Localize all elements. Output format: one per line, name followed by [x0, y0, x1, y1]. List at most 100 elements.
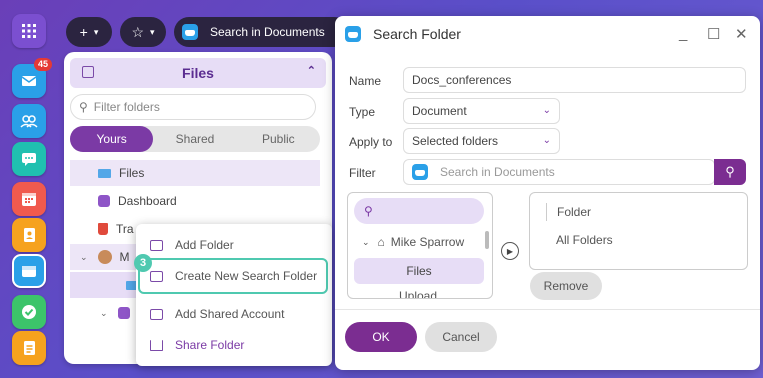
tasks-app-icon[interactable]	[12, 295, 46, 329]
global-search-button[interactable]: Search in Documents	[174, 17, 349, 47]
plus-icon: +	[79, 24, 88, 40]
dialog-title: Search Folder	[373, 26, 461, 42]
address-book-app-icon[interactable]	[12, 218, 46, 252]
type-value: Document	[412, 104, 467, 118]
type-select[interactable]: Document ⌄	[403, 98, 560, 124]
tree-item-label: Files	[119, 166, 145, 180]
mail-app-icon[interactable]: 45	[12, 58, 52, 98]
filter-folders-placeholder: Filter folders	[93, 100, 160, 114]
dialog-footer-divider	[335, 309, 760, 310]
tree-item-label: Dashboard	[118, 194, 177, 208]
cancel-button[interactable]: Cancel	[425, 322, 497, 352]
selected-folders-list: Folder All Folders	[529, 192, 748, 270]
favorites-button[interactable]: ☆ ▾	[120, 17, 166, 47]
name-field[interactable]: Docs_conferences	[403, 67, 746, 93]
menu-item-label: Share Folder	[175, 338, 245, 352]
apply-to-value: Selected folders	[412, 134, 499, 148]
tree-scrollbar[interactable]	[485, 231, 489, 249]
documents-icon	[412, 164, 428, 180]
menu-item-share-folder[interactable]: Share Folder	[150, 334, 244, 356]
menu-item-label: Add Folder	[175, 238, 234, 252]
chevron-down-icon: ⌄	[542, 135, 551, 146]
tree-search-input[interactable]: ⚲	[354, 198, 484, 224]
filter-folders-input[interactable]: ⚲ Filter folders	[70, 94, 316, 120]
chevron-down-icon: ⌄	[362, 236, 370, 247]
files-header-icon	[82, 66, 94, 78]
add-folder-arrow-button[interactable]: ▶	[501, 242, 519, 260]
apply-to-label: Apply to	[349, 135, 393, 149]
tree-item-label: Tra	[116, 222, 134, 236]
cancel-label: Cancel	[442, 330, 480, 344]
minimize-icon[interactable]: _	[679, 25, 687, 42]
chevron-up-icon[interactable]: ⌃	[307, 64, 316, 77]
list-item-label: All Folders	[556, 233, 613, 247]
calendar-app-icon[interactable]	[12, 182, 46, 216]
menu-item-label: Add Shared Account	[175, 307, 285, 321]
home-icon: ⌂	[377, 235, 385, 249]
tree-item-files[interactable]: Files	[354, 258, 484, 284]
remove-button[interactable]: Remove	[530, 272, 602, 300]
chevron-down-icon[interactable]: ⌄	[100, 308, 108, 319]
app-bar: 45	[0, 0, 60, 378]
list-header-label: Folder	[557, 205, 592, 219]
ok-button[interactable]: OK	[345, 322, 417, 352]
name-label: Name	[349, 74, 382, 88]
menu-item-add-shared-account[interactable]: Add Shared Account	[150, 303, 284, 325]
new-item-button[interactable]: + ▾	[66, 17, 112, 47]
list-header-folder: Folder	[546, 203, 591, 221]
chevron-down-icon: ▾	[150, 26, 155, 37]
documents-icon	[345, 26, 361, 42]
folder-tree-picker: ⚲ ⌄ ⌂ Mike Sparrow Files Upload	[347, 192, 493, 299]
filter-placeholder: Search in Documents	[440, 165, 555, 179]
close-icon[interactable]: ✕	[735, 25, 748, 43]
filter-label: Filter	[349, 166, 376, 180]
dashboard-icon	[98, 195, 110, 207]
mail-unread-badge: 45	[33, 58, 52, 71]
filter-field[interactable]: Search in Documents	[403, 159, 715, 185]
search-icon: ⚲	[79, 100, 88, 114]
type-label: Type	[349, 105, 376, 119]
tab-shared[interactable]: Shared	[153, 126, 236, 152]
apply-to-select[interactable]: Selected folders ⌄	[403, 128, 560, 154]
documents-icon	[182, 24, 198, 40]
tab-yours[interactable]: Yours	[70, 126, 154, 152]
menu-item-add-folder[interactable]: Add Folder	[150, 234, 234, 256]
tree-item-files[interactable]: Files	[70, 160, 320, 186]
menu-item-create-search-folder[interactable]: Create New Search Folder	[150, 265, 317, 287]
chevron-down-icon: ⌄	[542, 105, 551, 116]
contacts-app-icon[interactable]	[12, 104, 46, 138]
list-item[interactable]: All Folders	[556, 233, 613, 247]
chevron-down-icon[interactable]: ⌄	[80, 252, 88, 263]
search-icon: ⚲	[725, 164, 735, 179]
play-icon: ▶	[506, 246, 514, 256]
trash-icon	[98, 223, 108, 235]
shared-account-icon	[150, 308, 163, 320]
remove-label: Remove	[543, 279, 589, 293]
tree-item-dashboard[interactable]: Dashboard	[70, 188, 320, 214]
apps-grid-icon[interactable]	[12, 14, 46, 48]
tree-item-label: Upload	[398, 289, 438, 299]
share-icon	[150, 339, 163, 351]
tree-item-upload[interactable]: Upload	[348, 289, 488, 299]
dashboard-icon	[117, 307, 130, 319]
folder-context-menu: Add Folder 3 Create New Search Folder Ad…	[134, 224, 332, 366]
dialog-title-bar: Search Folder	[345, 26, 461, 42]
tree-account-row[interactable]: ⌄ ⌂ Mike Sparrow	[362, 231, 464, 253]
tree-account-label: Mike Sparrow	[390, 235, 465, 249]
tree-item-label: Files	[406, 264, 432, 278]
ok-label: OK	[372, 330, 390, 344]
files-panel-header[interactable]: Files ⌃	[70, 58, 326, 88]
global-search-label: Search in Documents	[210, 25, 325, 39]
avatar	[97, 250, 112, 264]
files-panel-title: Files	[182, 65, 214, 81]
filter-search-button[interactable]: ⚲	[714, 159, 746, 185]
tab-public[interactable]: Public	[237, 126, 320, 152]
maximize-icon[interactable]: ☐	[707, 25, 720, 43]
files-app-icon[interactable]	[12, 254, 46, 288]
chat-app-icon[interactable]	[12, 142, 46, 176]
folder-icon	[98, 168, 111, 178]
chevron-down-icon: ▾	[93, 26, 99, 37]
add-folder-icon	[150, 239, 163, 251]
notes-app-icon[interactable]	[12, 331, 46, 365]
tree-item-label: M	[119, 250, 130, 264]
